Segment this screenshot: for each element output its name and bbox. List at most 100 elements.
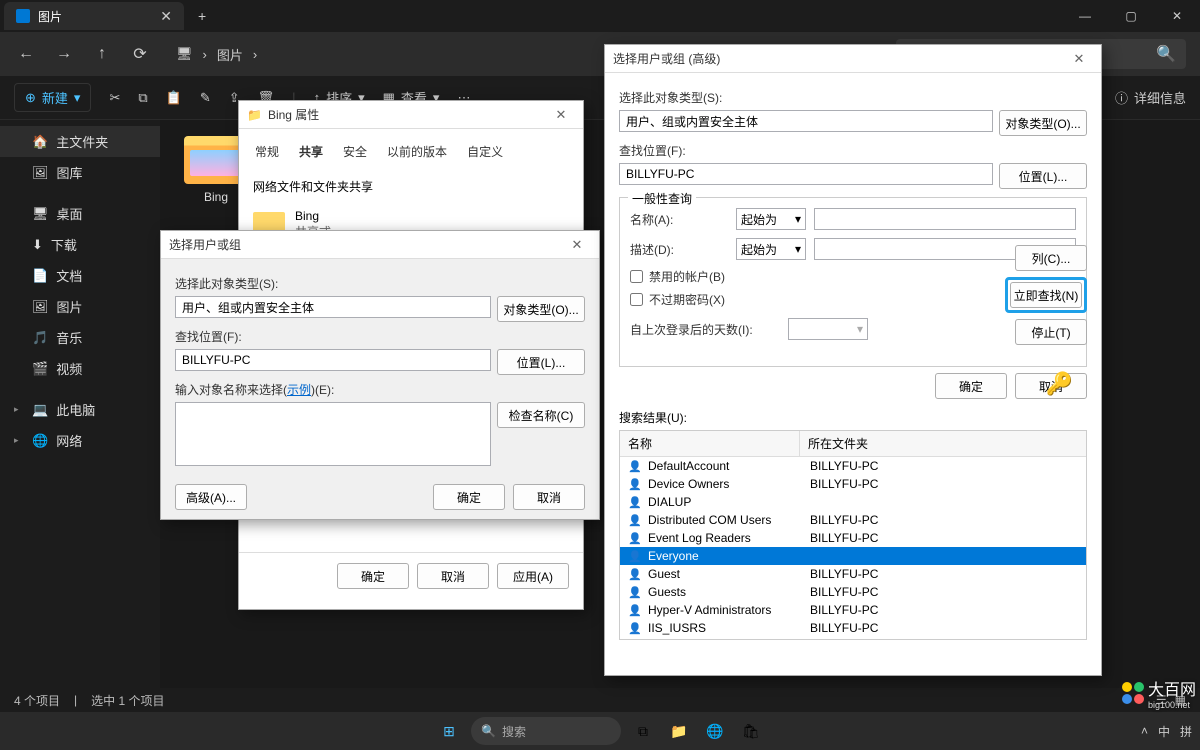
principal-icon: 👤 (628, 550, 644, 563)
object-type-field[interactable] (619, 110, 993, 132)
object-type-button[interactable]: 对象类型(O)... (497, 296, 585, 322)
key-icon: 🔑 (1046, 371, 1073, 397)
result-row[interactable]: 👤Hyper-V AdministratorsBILLYFU-PC (620, 601, 1086, 619)
location-field[interactable] (175, 349, 491, 371)
tray-chevron-icon[interactable]: ˄ (1141, 724, 1148, 738)
back-button[interactable]: ← (14, 42, 38, 66)
tab-custom[interactable]: 自定义 (465, 139, 505, 164)
details-button[interactable]: ⓘ详细信息 (1115, 88, 1186, 107)
breadcrumb[interactable]: 🖥› 图片› (176, 45, 257, 64)
result-row[interactable]: 👤Distributed COM UsersBILLYFU-PC (620, 511, 1086, 529)
rename-button[interactable]: ✎ (200, 90, 211, 106)
principal-icon: 👤 (628, 568, 644, 581)
ime-mode[interactable]: 拼 (1180, 723, 1192, 740)
cut-button[interactable]: ✂ (109, 90, 120, 106)
paste-button[interactable]: 📋 (166, 90, 182, 106)
close-icon[interactable]: ✕ (1065, 48, 1093, 70)
tab-share[interactable]: 共享 (297, 139, 325, 164)
example-link[interactable]: 示例 (287, 383, 311, 397)
pc-icon: 💻 (32, 402, 48, 418)
dialog-titlebar[interactable]: 📁 Bing 属性 ✕ (239, 101, 583, 129)
pictures-icon (16, 9, 30, 23)
tab-previous[interactable]: 以前的版本 (385, 139, 449, 164)
sidebar-item-music[interactable]: 🎵音乐 (0, 322, 160, 353)
check-names-button[interactable]: 检查名称(C) (497, 402, 585, 428)
name-label: 名称(A): (630, 211, 728, 228)
ime-lang[interactable]: 中 (1158, 723, 1170, 740)
maximize-button[interactable]: ▢ (1108, 0, 1154, 32)
result-row[interactable]: 👤Event Log ReadersBILLYFU-PC (620, 529, 1086, 547)
find-now-button[interactable]: 立即查找(N) (1010, 282, 1082, 308)
scissors-icon: ✂ (109, 90, 120, 106)
sidebar-item-videos[interactable]: 🎬视频 (0, 353, 160, 384)
ok-button[interactable]: 确定 (433, 484, 505, 510)
col-name[interactable]: 名称 (620, 431, 800, 456)
copy-button[interactable]: ⧉ (138, 90, 147, 106)
ok-button[interactable]: 确定 (935, 373, 1007, 399)
new-tab-button[interactable]: + (184, 8, 220, 24)
taskview-button[interactable]: ⧉ (629, 717, 657, 745)
taskbar-store[interactable]: 🛍 (737, 717, 765, 745)
object-type-button[interactable]: 对象类型(O)... (999, 110, 1087, 136)
close-icon[interactable]: ✕ (563, 234, 591, 256)
minimize-button[interactable]: — (1062, 0, 1108, 32)
col-folder[interactable]: 所在文件夹 (800, 431, 1086, 456)
result-row[interactable]: 👤GuestBILLYFU-PC (620, 565, 1086, 583)
close-icon[interactable]: ✕ (160, 8, 172, 25)
search-icon: 🔍 (481, 724, 496, 738)
result-row[interactable]: 👤IIS_IUSRSBILLYFU-PC (620, 619, 1086, 637)
chevron-down-icon: ▾ (795, 242, 801, 256)
sidebar-item-gallery[interactable]: 🖼图库 (0, 157, 160, 188)
name-op-combo[interactable]: 起始为▾ (736, 208, 806, 230)
sidebar-item-home[interactable]: 🏠主文件夹 (0, 126, 160, 157)
dialog-titlebar[interactable]: 选择用户或组 (高级) ✕ (605, 45, 1101, 73)
location-button[interactable]: 位置(L)... (497, 349, 585, 375)
forward-button[interactable]: → (52, 42, 76, 66)
close-icon[interactable]: ✕ (547, 104, 575, 126)
location-field[interactable] (619, 163, 993, 185)
result-row[interactable]: 👤GuestsBILLYFU-PC (620, 583, 1086, 601)
names-input[interactable] (175, 402, 491, 466)
result-row[interactable]: 👤DefaultAccountBILLYFU-PC (620, 457, 1086, 475)
monitor-icon: 🖥 (176, 46, 193, 62)
result-row[interactable]: 👤Device OwnersBILLYFU-PC (620, 475, 1086, 493)
tab-general[interactable]: 常规 (253, 139, 281, 164)
tab-pictures[interactable]: 图片 ✕ (4, 2, 184, 30)
taskbar-edge[interactable]: 🌐 (701, 717, 729, 745)
advanced-button[interactable]: 高级(A)... (175, 484, 247, 510)
start-button[interactable]: ⊞ (435, 717, 463, 745)
refresh-button[interactable]: ⟳ (128, 42, 152, 66)
taskbar-search[interactable]: 🔍搜索 (471, 717, 621, 745)
sidebar-item-desktop[interactable]: 🖥桌面 (0, 198, 160, 229)
sidebar-item-downloads[interactable]: ⬇下载 (0, 229, 160, 260)
location-button[interactable]: 位置(L)... (999, 163, 1087, 189)
breadcrumb-item[interactable]: 图片 (217, 45, 243, 64)
sidebar-item-documents[interactable]: 📄文档 (0, 260, 160, 291)
name-input[interactable] (814, 208, 1076, 230)
result-row[interactable]: 👤DIALUP (620, 493, 1086, 511)
result-row[interactable]: 👤INTERACTIVE (620, 637, 1086, 640)
results-list[interactable]: 名称 所在文件夹 👤DefaultAccountBILLYFU-PC👤Devic… (619, 430, 1087, 640)
object-type-field[interactable] (175, 296, 491, 318)
dialog-titlebar[interactable]: 选择用户或组 ✕ (161, 231, 599, 259)
status-count: 4 个项目 (14, 692, 60, 709)
cancel-button[interactable]: 取消 (417, 563, 489, 589)
tab-security[interactable]: 安全 (341, 139, 369, 164)
sidebar-item-pictures[interactable]: 🖼图片 (0, 291, 160, 322)
cancel-button[interactable]: 取消 (513, 484, 585, 510)
principal-icon: 👤 (628, 640, 644, 641)
new-button[interactable]: ⊕新建▾ (14, 83, 91, 112)
taskbar-explorer[interactable]: 📁 (665, 717, 693, 745)
close-button[interactable]: ✕ (1154, 0, 1200, 32)
desc-op-combo[interactable]: 起始为▾ (736, 238, 806, 260)
result-row[interactable]: 👤Everyone (620, 547, 1086, 565)
dialog-title: Bing 属性 (268, 106, 319, 123)
ok-button[interactable]: 确定 (337, 563, 409, 589)
sidebar-item-network[interactable]: ▸🌐网络 (0, 425, 160, 456)
object-type-label: 选择此对象类型(S): (175, 275, 585, 292)
up-button[interactable]: ↑ (90, 42, 114, 66)
apply-button[interactable]: 应用(A) (497, 563, 569, 589)
stop-button[interactable]: 停止(T) (1015, 319, 1087, 345)
columns-button[interactable]: 列(C)... (1015, 245, 1087, 271)
sidebar-item-thispc[interactable]: ▸💻此电脑 (0, 394, 160, 425)
